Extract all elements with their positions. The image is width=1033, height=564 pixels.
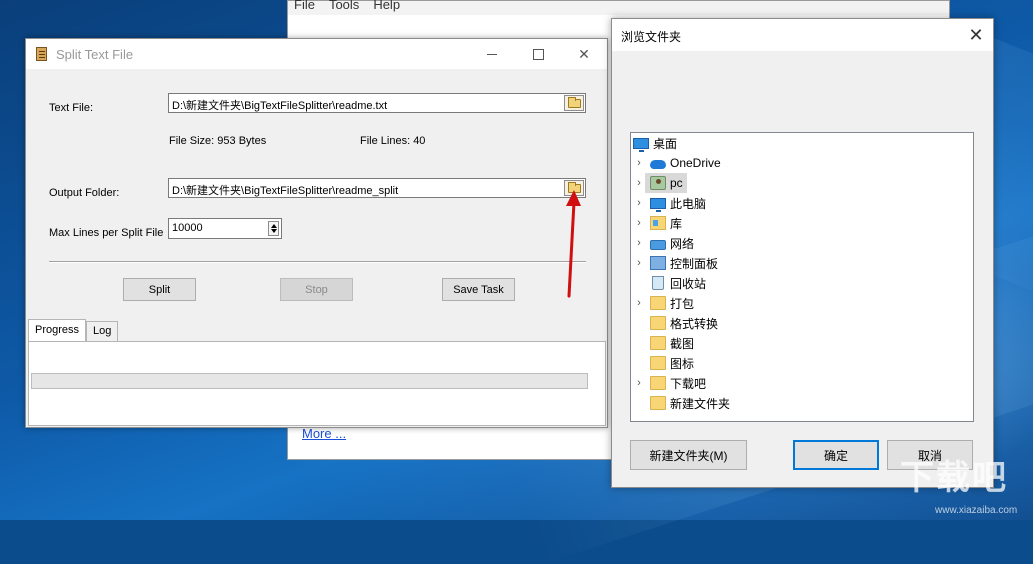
tab-log[interactable]: Log (86, 321, 119, 341)
chevron-right-icon[interactable]: › (633, 253, 645, 273)
annotation-arrow (566, 190, 581, 298)
tree-item-this-pc[interactable]: › 此电脑 (633, 193, 706, 213)
tree-item-desktop[interactable]: 桌面 (631, 133, 677, 153)
libraries-icon (650, 216, 666, 230)
chevron-right-icon[interactable]: › (633, 153, 645, 173)
chevron-right-icon[interactable]: › (633, 233, 645, 253)
recycle-bin-icon (652, 276, 664, 290)
dialog-title-bar[interactable]: 浏览文件夹 ✕ (612, 19, 993, 51)
progress-panel (28, 341, 606, 426)
folder-icon (650, 296, 666, 310)
tree-item-label: 库 (670, 216, 683, 231)
divider (49, 261, 586, 263)
split-text-file-window: Split Text File ✕ Text File: D:\新建文件夹\Bi… (25, 38, 608, 428)
file-lines-label: File Lines: 40 (360, 135, 426, 147)
spin-up-icon[interactable] (271, 224, 277, 228)
folder-tree[interactable]: 桌面 › OneDrive › pc › 此电脑 › 库 › 网络 › 控制面板… (630, 132, 974, 422)
progress-bar (31, 373, 588, 389)
tab-progress[interactable]: Progress (28, 319, 87, 341)
tree-item-label: 回收站 (670, 276, 707, 291)
split-button[interactable]: Split (123, 278, 196, 301)
tree-item-pc[interactable]: › pc (633, 173, 687, 193)
dialog-close-button[interactable]: ✕ (959, 19, 993, 51)
close-button[interactable]: ✕ (561, 39, 607, 69)
tree-item-network[interactable]: › 网络 (633, 233, 694, 253)
browse-text-file-button[interactable] (564, 95, 584, 111)
tree-item-folder[interactable]: 图标 (645, 353, 694, 373)
max-lines-spinbox[interactable]: 10000 (168, 218, 282, 239)
folder-icon (650, 396, 666, 410)
new-folder-button[interactable]: 新建文件夹(M) (630, 440, 747, 470)
watermark-url: www.xiazaiba.com (935, 505, 1018, 516)
browse-folder-dialog: 浏览文件夹 ✕ 桌面 › OneDrive › pc › 此电脑 › 库 › 网… (611, 18, 994, 488)
tree-item-label: 下载吧 (670, 376, 707, 391)
chevron-right-icon[interactable]: › (633, 173, 645, 193)
folder-icon (650, 336, 666, 350)
title-bar[interactable]: Split Text File ✕ (26, 39, 607, 69)
menu-file[interactable]: File (294, 0, 315, 13)
folder-icon (650, 356, 666, 370)
maximize-button[interactable] (515, 39, 561, 69)
tree-item-label: 控制面板 (670, 256, 719, 271)
tree-item-label: 图标 (670, 356, 695, 371)
stop-button[interactable]: Stop (280, 278, 353, 301)
watermark-logo: 下载吧 (900, 459, 1008, 497)
tree-item-libraries[interactable]: › 库 (633, 213, 682, 233)
network-icon (650, 239, 666, 250)
open-folder-icon (567, 96, 581, 108)
dialog-title: 浏览文件夹 (621, 30, 682, 44)
tree-item-folder[interactable]: › 打包 (633, 293, 694, 313)
user-folder-icon (650, 176, 666, 190)
tree-item-folder[interactable]: 格式转换 (645, 313, 718, 333)
background-menubar: File Tools Help (288, 0, 949, 15)
minimize-button[interactable] (469, 39, 515, 69)
tree-item-onedrive[interactable]: › OneDrive (633, 153, 721, 173)
save-task-button[interactable]: Save Task (442, 278, 515, 301)
tree-item-folder[interactable]: 新建文件夹 (645, 393, 730, 413)
tree-item-label: 桌面 (653, 136, 678, 151)
tree-item-folder[interactable]: 截图 (645, 333, 694, 353)
menu-tools[interactable]: Tools (329, 0, 359, 13)
tree-item-label: 截图 (670, 336, 695, 351)
tab-strip: Progress Log (28, 319, 119, 342)
tree-item-label: 网络 (670, 236, 695, 251)
chevron-right-icon[interactable]: › (633, 293, 645, 313)
tree-item-label: pc (670, 176, 683, 190)
tree-item-label: OneDrive (670, 156, 721, 170)
text-file-label: Text File: (49, 102, 94, 114)
onedrive-icon (650, 159, 666, 169)
more-link[interactable]: More ... (302, 426, 346, 441)
tree-item-folder[interactable]: › 下载吧 (633, 373, 706, 393)
spin-arrows[interactable] (268, 221, 279, 236)
folder-icon (650, 376, 666, 390)
max-lines-label: Max Lines per Split File (49, 227, 164, 239)
ok-button[interactable]: 确定 (793, 440, 879, 470)
menu-help[interactable]: Help (373, 0, 400, 13)
output-folder-field[interactable]: D:\新建文件夹\BigTextFileSplitter\readme_spli… (168, 178, 586, 198)
tree-item-label: 新建文件夹 (670, 396, 731, 411)
tree-item-control-panel[interactable]: › 控制面板 (633, 253, 718, 273)
desktop-icon (633, 137, 649, 152)
app-icon (34, 46, 50, 62)
control-panel-icon (650, 256, 666, 270)
tree-item-label: 此电脑 (670, 196, 707, 211)
folder-icon (650, 316, 666, 330)
tree-item-label: 打包 (670, 296, 695, 311)
tree-item-recycle-bin[interactable]: 回收站 (645, 273, 706, 293)
chevron-right-icon[interactable]: › (633, 213, 645, 233)
max-lines-value: 10000 (172, 222, 203, 234)
output-folder-label: Output Folder: (49, 187, 120, 199)
tree-item-label: 格式转换 (670, 316, 719, 331)
this-pc-icon (650, 197, 666, 212)
spin-down-icon[interactable] (271, 229, 277, 233)
window-title: Split Text File (56, 46, 134, 62)
text-file-field[interactable]: D:\新建文件夹\BigTextFileSplitter\readme.txt (168, 93, 586, 113)
chevron-right-icon[interactable]: › (633, 373, 645, 393)
chevron-right-icon[interactable]: › (633, 193, 645, 213)
file-size-label: File Size: 953 Bytes (169, 135, 267, 147)
